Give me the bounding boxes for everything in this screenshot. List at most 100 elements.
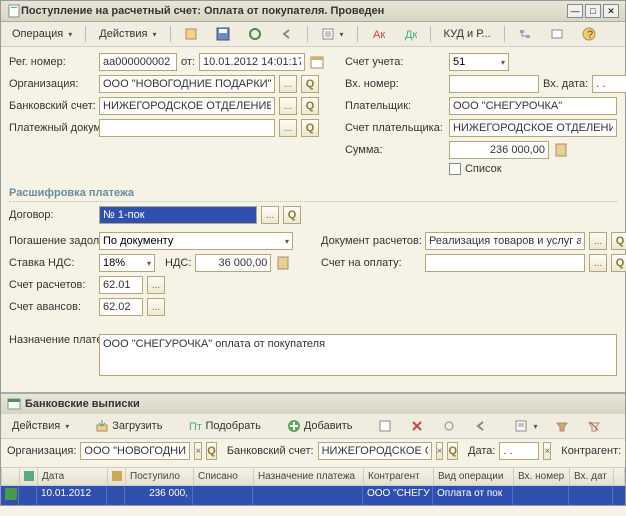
filter-org-label: Организация: <box>7 445 76 457</box>
dogovor-select-button[interactable]: ... <box>261 206 279 224</box>
tb-link-icon[interactable] <box>543 24 571 44</box>
tb-back-icon[interactable] <box>273 24 301 44</box>
vh-nomer-label: Вх. номер: <box>345 78 445 90</box>
schet-rasch-button[interactable]: ... <box>147 276 165 294</box>
sub-actions-menu[interactable]: Действия▾ <box>5 417 76 435</box>
account-label: Счет учета: <box>345 56 445 68</box>
svg-text:Дк: Дк <box>405 29 417 41</box>
calc-icon[interactable] <box>553 142 569 158</box>
payer-input[interactable] <box>449 97 617 115</box>
sub-akt-icon[interactable]: Ак <box>620 416 626 436</box>
filter-date-clear[interactable]: × <box>543 442 551 460</box>
nds-rate-combo[interactable]: 18%▾ <box>99 254 155 272</box>
schet-avans-label: Счет авансов: <box>9 301 95 313</box>
bank-info-button[interactable]: Q <box>301 97 319 115</box>
tb-tree-icon[interactable] <box>511 24 539 44</box>
vh-data-label: Вх. дата: <box>543 78 588 90</box>
add-button[interactable]: Добавить <box>280 416 360 436</box>
schet-oplatu-button[interactable]: ... <box>589 254 607 272</box>
table-row[interactable]: 10.01.2012 236 000, ООО "СНЕГУ Оплата от… <box>1 486 625 505</box>
bank-statements-title: Банковские выписки <box>25 398 140 410</box>
operation-menu[interactable]: Операция▾ <box>5 25 79 43</box>
filter-date-input[interactable] <box>499 442 539 460</box>
bank-label: Банковский счет: <box>9 100 95 112</box>
sub-tb6[interactable] <box>548 416 576 436</box>
bank-select-button[interactable]: ... <box>279 97 297 115</box>
account-combo[interactable]: 51▾ <box>449 53 509 71</box>
sub-tb4[interactable] <box>467 416 495 436</box>
load-button[interactable]: Загрузить <box>88 416 169 436</box>
dogovor-info-button[interactable]: Q <box>283 206 301 224</box>
maximize-button[interactable]: □ <box>585 4 601 18</box>
paydoc-select-button[interactable]: ... <box>279 119 297 137</box>
payer-label: Плательщик: <box>345 100 445 112</box>
doc-rasch-input[interactable] <box>425 232 585 250</box>
tb-dkt-icon[interactable]: Дк <box>396 24 424 44</box>
filter-org-clear[interactable]: × <box>194 442 202 460</box>
nds-calc-icon[interactable] <box>275 255 291 271</box>
org-label: Организация: <box>9 78 95 90</box>
paydoc-info-button[interactable]: Q <box>301 119 319 137</box>
purpose-textarea[interactable] <box>99 334 617 376</box>
org-input[interactable] <box>99 75 275 93</box>
svg-text:Ак: Ак <box>373 29 385 41</box>
schet-avans-input[interactable] <box>99 298 143 316</box>
tb-list-icon[interactable]: ▾ <box>314 24 351 44</box>
tb-help-icon[interactable]: ? <box>575 24 603 44</box>
filter-bank-clear[interactable]: × <box>436 442 444 460</box>
tb-refresh-icon[interactable] <box>241 24 269 44</box>
sub-tb7[interactable] <box>580 416 608 436</box>
nds-input[interactable] <box>195 254 271 272</box>
paydoc-input[interactable] <box>99 119 275 137</box>
close-button[interactable]: ✕ <box>603 4 619 18</box>
sub-tb1[interactable] <box>371 416 399 436</box>
sub-tb2[interactable] <box>403 416 431 436</box>
schet-oplatu-info-button[interactable]: Q <box>611 254 626 272</box>
bank-statements-icon <box>7 397 21 411</box>
payer-acc-input[interactable] <box>449 119 617 137</box>
pick-button[interactable]: ПтПодобрать <box>181 416 267 436</box>
svg-text:Пт: Пт <box>189 421 202 433</box>
svg-text:?: ? <box>587 29 593 41</box>
filter-org-input[interactable] <box>80 442 190 460</box>
schet-rasch-input[interactable] <box>99 276 143 294</box>
pogash-combo[interactable]: По документу▾ <box>99 232 293 250</box>
sum-input[interactable] <box>449 141 549 159</box>
filter-counter-label: Контрагент: <box>561 445 621 457</box>
org-select-button[interactable]: ... <box>279 75 297 93</box>
doc-icon <box>7 4 21 18</box>
reg-number-input[interactable] <box>99 53 177 71</box>
minimize-button[interactable]: — <box>567 4 583 18</box>
vh-nomer-input[interactable] <box>449 75 539 93</box>
tb-save-icon[interactable] <box>209 24 237 44</box>
filter-org-q[interactable]: Q <box>206 442 217 460</box>
row-status-icon <box>5 488 17 500</box>
vh-data-input[interactable] <box>592 75 626 93</box>
nds-rate-label: Ставка НДС: <box>9 257 95 269</box>
tb-akt-icon[interactable]: Ак <box>364 24 392 44</box>
doc-rasch-info-button[interactable]: Q <box>611 232 626 250</box>
reg-number-label: Рег. номер: <box>9 56 95 68</box>
date-input[interactable] <box>199 53 305 71</box>
calendar-icon[interactable] <box>309 54 325 70</box>
tb-post-icon[interactable] <box>177 24 205 44</box>
doc-rasch-button[interactable]: ... <box>589 232 607 250</box>
purpose-label: Назначение платежа: <box>9 334 95 347</box>
schet-rasch-label: Счет расчетов: <box>9 279 95 291</box>
org-info-button[interactable]: Q <box>301 75 319 93</box>
list-checkbox[interactable] <box>449 163 461 175</box>
sum-label: Сумма: <box>345 144 445 156</box>
filter-bank-input[interactable] <box>318 442 432 460</box>
kudr-button[interactable]: КУД и Р... <box>437 25 498 43</box>
bank-input[interactable] <box>99 97 275 115</box>
filter-bank-label: Банковский счет: <box>227 445 314 457</box>
sub-tb3[interactable] <box>435 416 463 436</box>
dogovor-label: Договор: <box>9 209 95 221</box>
dogovor-input[interactable]: № 1-пок <box>99 206 257 224</box>
schet-avans-button[interactable]: ... <box>147 298 165 316</box>
actions-menu[interactable]: Действия▾ <box>92 25 163 43</box>
filter-bank-q[interactable]: Q <box>447 442 458 460</box>
schet-oplatu-input[interactable] <box>425 254 585 272</box>
sub-tb5[interactable]: ▾ <box>507 416 544 436</box>
window-title: Поступление на расчетный счет: Оплата от… <box>21 5 567 17</box>
